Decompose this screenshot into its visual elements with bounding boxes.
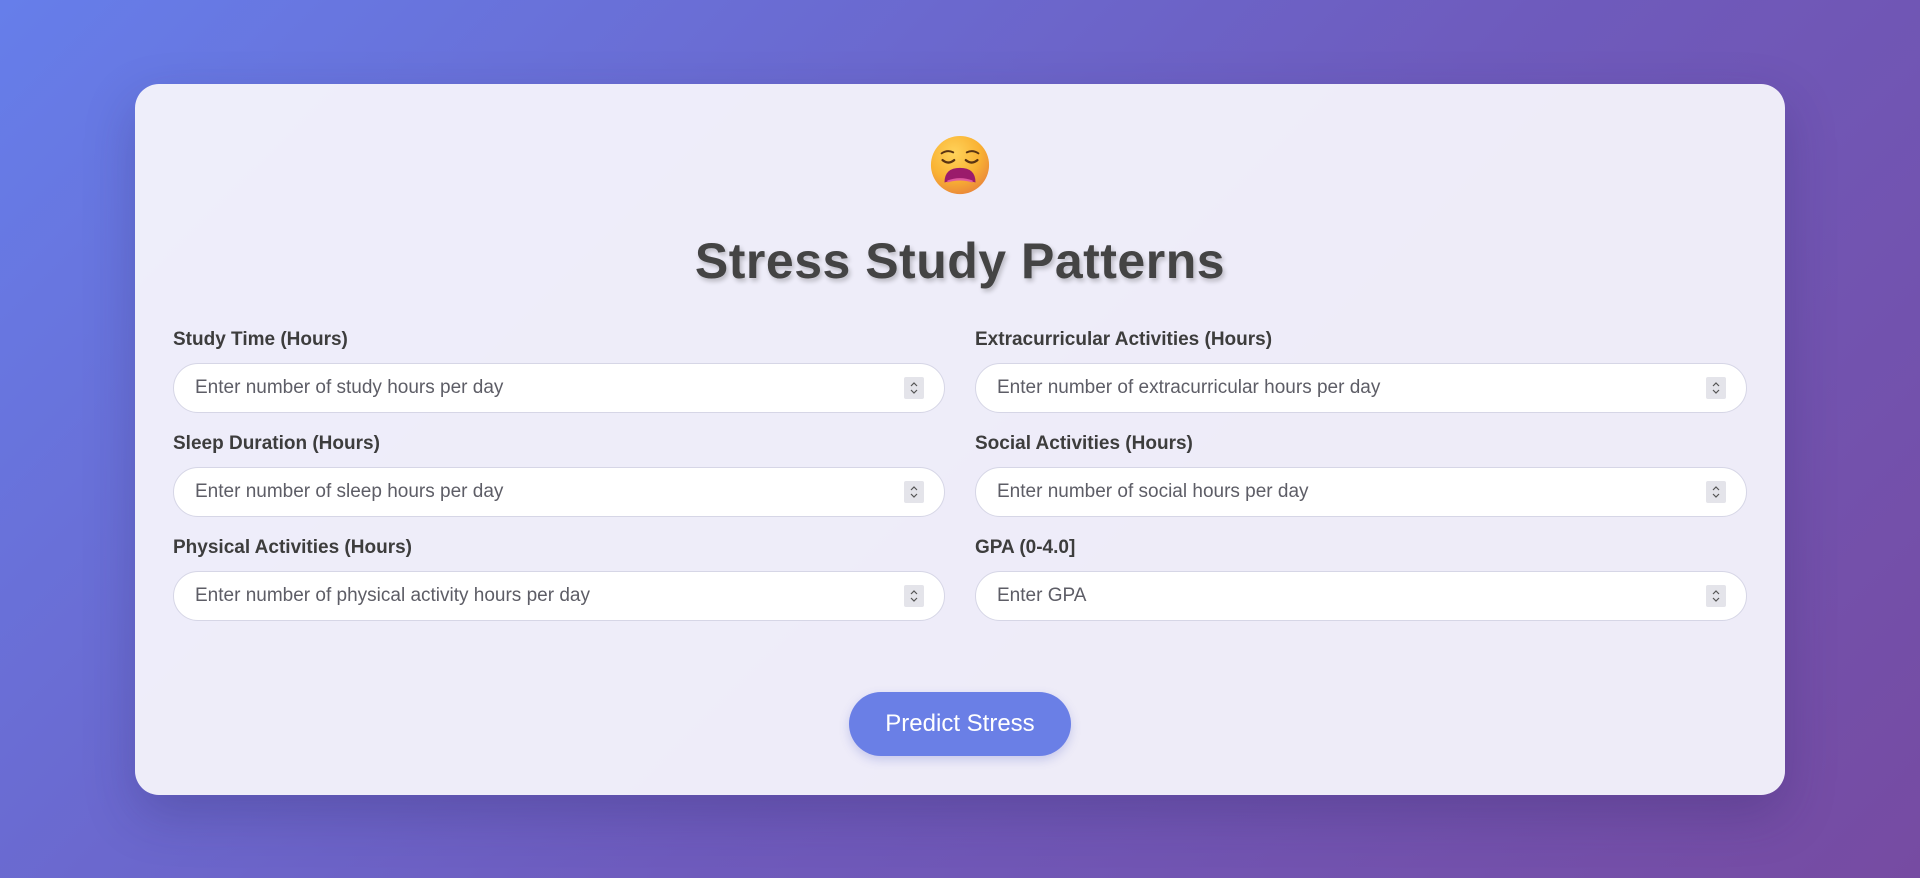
extracurricular-label: Extracurricular Activities (Hours) bbox=[975, 329, 1273, 350]
gpa-label: GPA (0-4.0] bbox=[975, 537, 1076, 558]
sleep-duration-field: Sleep Duration (Hours) bbox=[173, 433, 945, 517]
number-spinner[interactable] bbox=[904, 585, 924, 607]
predict-stress-button[interactable]: Predict Stress bbox=[849, 692, 1071, 756]
spinner-arrows-icon bbox=[1712, 590, 1720, 602]
number-spinner[interactable] bbox=[1706, 585, 1726, 607]
spinner-arrows-icon bbox=[910, 382, 918, 394]
study-time-label: Study Time (Hours) bbox=[173, 329, 348, 350]
extracurricular-field: Extracurricular Activities (Hours) bbox=[975, 329, 1747, 413]
form-grid: Study Time (Hours) Extracurricular Activ… bbox=[173, 329, 1747, 621]
social-activities-input[interactable] bbox=[976, 468, 1746, 516]
social-activities-label: Social Activities (Hours) bbox=[975, 433, 1193, 454]
weary-face-icon bbox=[930, 135, 990, 195]
form-card: Stress Study Patterns Study Time (Hours)… bbox=[135, 84, 1785, 795]
gpa-field: GPA (0-4.0] bbox=[975, 537, 1747, 621]
spinner-arrows-icon bbox=[1712, 382, 1720, 394]
sleep-duration-label: Sleep Duration (Hours) bbox=[173, 433, 380, 454]
number-spinner[interactable] bbox=[1706, 481, 1726, 503]
number-spinner[interactable] bbox=[1706, 377, 1726, 399]
gpa-input[interactable] bbox=[976, 572, 1746, 620]
spinner-arrows-icon bbox=[910, 486, 918, 498]
physical-activities-field: Physical Activities (Hours) bbox=[173, 537, 945, 621]
number-spinner[interactable] bbox=[904, 481, 924, 503]
physical-activities-input[interactable] bbox=[174, 572, 944, 620]
gpa-input-wrapper bbox=[975, 571, 1747, 621]
spinner-arrows-icon bbox=[1712, 486, 1720, 498]
page-title: Stress Study Patterns bbox=[694, 233, 1226, 289]
spinner-arrows-icon bbox=[910, 590, 918, 602]
physical-activities-label: Physical Activities (Hours) bbox=[173, 537, 412, 558]
study-time-input[interactable] bbox=[174, 364, 944, 412]
number-spinner[interactable] bbox=[904, 377, 924, 399]
sleep-duration-input-wrapper bbox=[173, 467, 945, 517]
extracurricular-input[interactable] bbox=[976, 364, 1746, 412]
social-activities-field: Social Activities (Hours) bbox=[975, 433, 1747, 517]
study-time-field: Study Time (Hours) bbox=[173, 329, 945, 413]
social-activities-input-wrapper bbox=[975, 467, 1747, 517]
physical-activities-input-wrapper bbox=[173, 571, 945, 621]
sleep-duration-input[interactable] bbox=[174, 468, 944, 516]
study-time-input-wrapper bbox=[173, 363, 945, 413]
extracurricular-input-wrapper bbox=[975, 363, 1747, 413]
